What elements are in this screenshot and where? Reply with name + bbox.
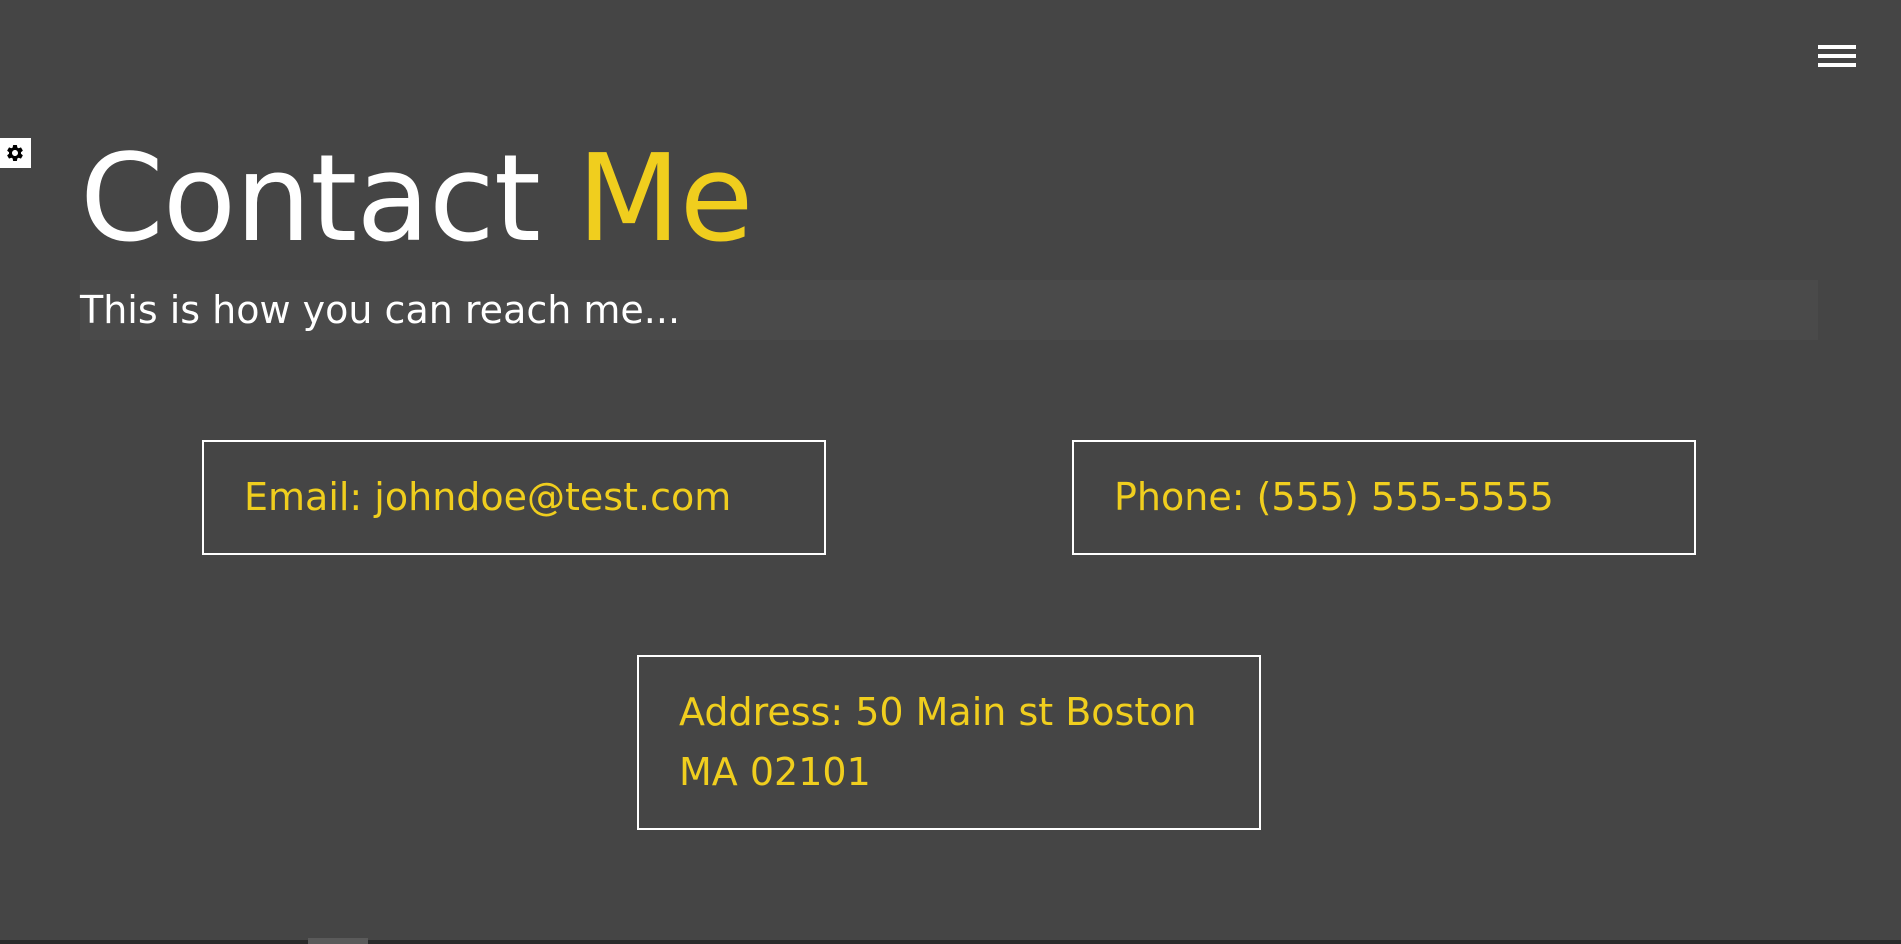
- subtitle-bar: This is how you can reach me...: [80, 280, 1818, 340]
- address-card: Address: 50 Main st Boston MA 02101: [637, 655, 1261, 830]
- address-line-2: MA 02101: [679, 750, 871, 794]
- page-bottom-edge: [0, 940, 1901, 944]
- settings-button[interactable]: [0, 138, 31, 168]
- contact-page: Contact Me This is how you can reach me.…: [0, 0, 1901, 944]
- page-title-accent: Me: [577, 130, 753, 269]
- page-subtitle: This is how you can reach me...: [80, 288, 681, 332]
- scroll-indicator: [308, 938, 368, 944]
- email-text[interactable]: Email: johndoe@test.com: [244, 475, 731, 519]
- page-title: Contact Me: [80, 120, 753, 280]
- gear-icon: [7, 145, 23, 161]
- address-line-1: Address: 50 Main st Boston: [679, 690, 1197, 734]
- phone-text[interactable]: Phone: (555) 555-5555: [1114, 475, 1554, 519]
- email-card: Email: johndoe@test.com: [202, 440, 826, 555]
- phone-card: Phone: (555) 555-5555: [1072, 440, 1696, 555]
- hamburger-menu-button[interactable]: [1810, 40, 1868, 80]
- page-title-main: Contact: [80, 130, 541, 269]
